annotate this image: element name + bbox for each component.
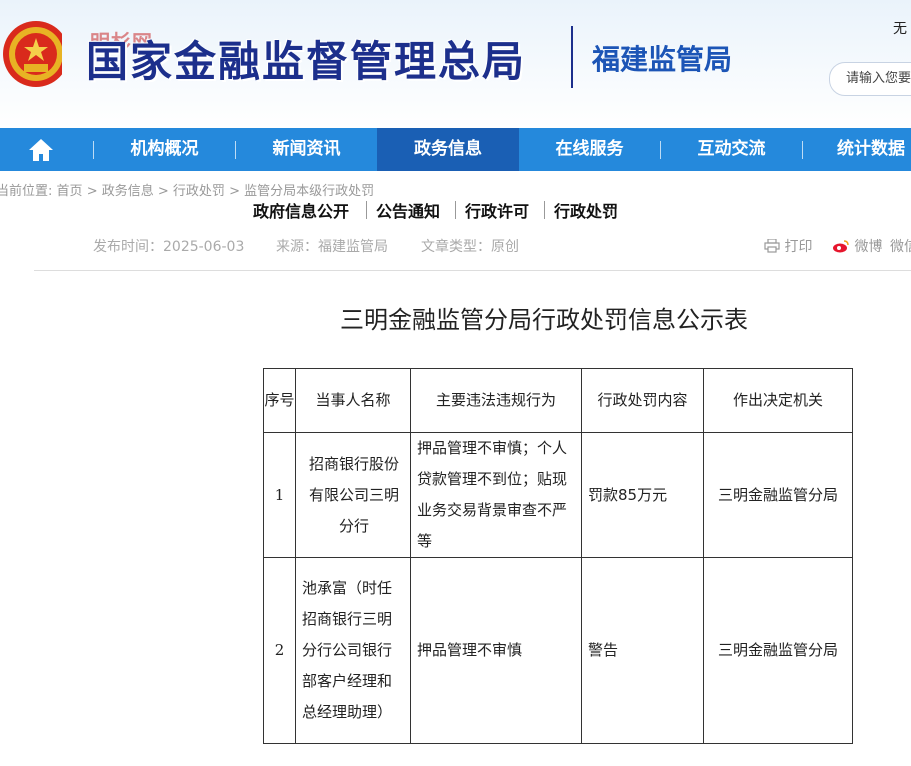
branch-title: 福建监管局 <box>592 43 733 76</box>
sub-nav-gov-disclosure[interactable]: 政府信息公开 <box>253 198 349 222</box>
breadcrumb-prefix: 当前位置: <box>0 184 53 199</box>
row-violation: 押品管理不审慎；个人贷款管理不到位；贴现业务交易背景审查不严等 <box>410 432 582 558</box>
publish-time: 发布时间：2025-06-03 <box>93 239 245 255</box>
breadcrumb-branch-penalty[interactable]: 监管分局本级行政处罚 <box>244 184 374 199</box>
sub-nav-separator <box>366 201 367 219</box>
header-divider <box>571 26 573 88</box>
search-box[interactable] <box>829 62 911 96</box>
sub-nav-separator <box>455 201 456 219</box>
breadcrumb-government-info[interactable]: 政务信息 <box>102 184 154 199</box>
table-row: 1 招商银行股份有限公司三明分行 押品管理不审慎；个人贷款管理不到位；贴现业务交… <box>263 432 853 558</box>
header-index: 序号 <box>263 368 296 433</box>
breadcrumb-home[interactable]: 首页 <box>57 184 83 199</box>
sub-nav-separator <box>544 201 545 219</box>
nav-item-online-services[interactable]: 在线服务 <box>519 128 660 171</box>
penalty-table: 序号 当事人名称 主要违法违规行为 行政处罚内容 作出决定机关 1 招商银行股份… <box>263 368 853 744</box>
weibo-label: 微博 <box>854 239 883 255</box>
header-penalty: 行政处罚内容 <box>581 368 704 433</box>
print-label: 打印 <box>784 239 813 255</box>
doc-type: 文章类型：原创 <box>421 239 519 255</box>
nav-item-statistics[interactable]: 统计数据 <box>803 128 911 171</box>
content-divider <box>34 270 911 271</box>
print-icon <box>764 238 780 253</box>
org-title: 国家金融监督管理总局 <box>86 37 527 86</box>
wechat-share-button[interactable]: 微信 <box>890 236 911 256</box>
header-authority: 作出决定机关 <box>703 368 853 433</box>
table-header-row: 序号 当事人名称 主要违法违规行为 行政处罚内容 作出决定机关 <box>263 368 853 433</box>
nav-item-news[interactable]: 新闻资讯 <box>236 128 377 171</box>
sub-nav-penalties[interactable]: 行政处罚 <box>554 198 618 222</box>
document-title: 三明金融监管分局行政处罚信息公示表 <box>340 306 748 334</box>
weibo-icon <box>833 240 849 253</box>
weibo-share-button[interactable]: 微博 <box>832 236 882 256</box>
source: 来源：福建监管局 <box>276 239 388 255</box>
main-nav: 机构概况 新闻资讯 政务信息 在线服务 互动交流 统计数据 <box>0 128 911 171</box>
national-emblem-icon <box>3 21 62 87</box>
row-party: 招商银行股份有限公司三明分行 <box>295 432 411 558</box>
row-penalty: 警告 <box>581 557 704 744</box>
row-authority: 三明金融监管分局 <box>703 557 853 744</box>
row-authority: 三明金融监管分局 <box>703 432 853 558</box>
sub-nav-announcements[interactable]: 公告通知 <box>376 198 440 222</box>
row-party: 池承富（时任招商银行三明分行公司银行部客户经理和总经理助理） <box>295 557 411 744</box>
home-icon[interactable] <box>28 138 54 162</box>
nav-item-interaction[interactable]: 互动交流 <box>661 128 802 171</box>
accessibility-link[interactable]: 无 <box>893 18 907 38</box>
header-party: 当事人名称 <box>295 368 411 433</box>
row-index: 2 <box>263 557 296 744</box>
nav-item-about[interactable]: 机构概况 <box>94 128 235 171</box>
header-violation: 主要违法违规行为 <box>410 368 582 433</box>
print-button[interactable]: 打印 <box>764 236 812 256</box>
row-violation: 押品管理不审慎 <box>410 557 582 744</box>
breadcrumb-arrow: > <box>157 184 173 199</box>
breadcrumb: 当前位置: 首页 > 政务信息 > 行政处罚 > 监管分局本级行政处罚 <box>0 180 374 199</box>
site-header: 明杉网 国家金融监督管理总局 福建监管局 无 <box>0 0 911 128</box>
row-penalty: 罚款85万元 <box>581 432 704 558</box>
search-input[interactable] <box>830 63 911 93</box>
breadcrumb-arrow: > <box>86 184 102 199</box>
breadcrumb-arrow: > <box>229 184 245 199</box>
row-index: 1 <box>263 432 296 558</box>
table-row: 2 池承富（时任招商银行三明分行公司银行部客户经理和总经理助理） 押品管理不审慎… <box>263 557 853 744</box>
sub-nav-permits[interactable]: 行政许可 <box>465 198 529 222</box>
nav-item-government-info[interactable]: 政务信息 <box>377 128 519 171</box>
breadcrumb-penalty[interactable]: 行政处罚 <box>173 184 225 199</box>
